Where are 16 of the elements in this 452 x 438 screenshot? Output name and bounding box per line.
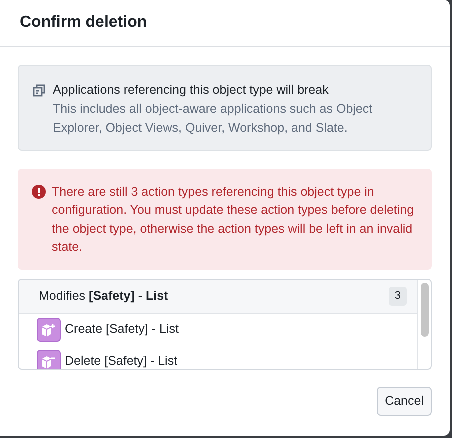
- list-item[interactable]: Create [Safety] - List: [19, 314, 417, 346]
- cube-icon: [37, 318, 61, 342]
- error-message: There are still 3 action types referencing this object type in configuration. You must update these action types before deleting the object type, otherwise the action types will be left in an invalid state.: [52, 184, 416, 256]
- list-item[interactable]: Delete [Safety] - List: [19, 346, 417, 369]
- cube-icon: [37, 350, 61, 369]
- item-label: Delete [Safety] - List: [65, 353, 178, 369]
- error-icon: [32, 185, 46, 200]
- item-label: Create [Safety] - List: [65, 321, 179, 338]
- count-tag: 3: [388, 287, 407, 306]
- callout-title: Applications referencing this object type will break: [53, 82, 330, 99]
- list-header-title: Modifies [Safety] - List: [39, 288, 168, 305]
- dialog-title: Confirm deletion: [20, 13, 148, 33]
- applications-icon: [33, 83, 47, 97]
- cancel-button[interactable]: Cancel: [377, 387, 432, 416]
- callout-description: This includes all object-aware applications such as Object Explorer, Object Views, Quiver, Workshop, and Slate.: [53, 100, 374, 137]
- scrollbar-thumb[interactable]: [421, 282, 429, 337]
